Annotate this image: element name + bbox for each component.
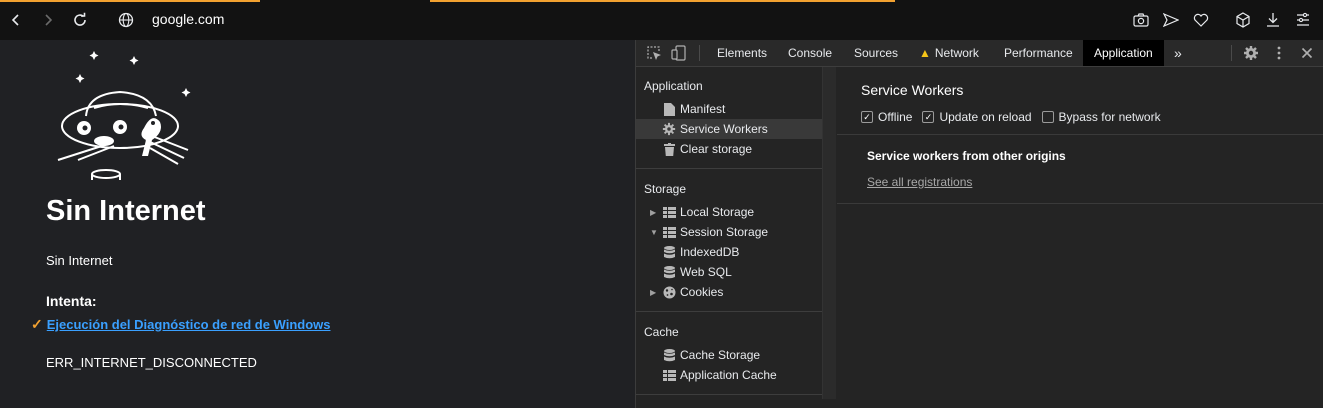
tab-network-label: Network [934, 46, 979, 60]
sidebar-item-label: Session Storage [680, 225, 769, 239]
sidebar-item-application-cache[interactable]: Application Cache [636, 365, 822, 385]
globe-icon [116, 10, 136, 30]
sidebar-item-manifest[interactable]: Manifest [636, 99, 822, 119]
sidebar-item-indexeddb[interactable]: IndexedDB [636, 242, 822, 262]
network-diagnostics-link[interactable]: Ejecución del Diagnóstico de red de Wind… [47, 317, 331, 332]
sidebar-item-label: Web SQL [680, 265, 732, 279]
tab-application[interactable]: Application [1083, 40, 1164, 66]
sidebar-item-local-storage[interactable]: ▶ Local Storage [636, 202, 822, 222]
more-tabs-button[interactable]: » [1163, 40, 1193, 66]
panel-title: Service Workers [861, 82, 964, 98]
reload-icon[interactable] [70, 10, 90, 30]
section-storage: Storage [644, 182, 687, 196]
tab-sources[interactable]: Sources [843, 40, 909, 66]
service-workers-panel: Service Workers ✓ Offline ✓ Update on re… [837, 67, 1323, 408]
tab-console[interactable]: Console [777, 40, 843, 66]
suggestion-item: ✓ Ejecución del Diagnóstico de red de Wi… [31, 316, 331, 333]
offline-illustration-icon [48, 48, 198, 193]
gear-icon [662, 122, 676, 136]
document-icon [662, 102, 676, 116]
sidebar-item-label: Local Storage [680, 205, 755, 219]
trash-icon [662, 142, 676, 156]
section-divider [636, 311, 822, 312]
page-subtitle: Sin Internet [46, 253, 113, 268]
sidebar-item-label: Cookies [680, 285, 724, 299]
toolbar-divider [1231, 45, 1232, 61]
sidebar-item-cache-storage[interactable]: Cache Storage [636, 345, 822, 365]
bypass-for-network-checkbox[interactable]: Bypass for network [1041, 110, 1161, 124]
sidebar-item-session-storage[interactable]: ▼ Session Storage [636, 222, 822, 242]
devtools-panel: Elements Console Sources ▲ Network Perfor… [635, 40, 1323, 408]
error-code: ERR_INTERNET_DISCONNECTED [46, 355, 257, 370]
application-sidebar: Application Manifest Service Workers Cle… [636, 67, 822, 408]
sidebar-item-label: Service Workers [680, 122, 768, 136]
send-icon[interactable] [1163, 10, 1179, 30]
download-icon[interactable] [1265, 10, 1281, 30]
section-divider [636, 168, 822, 169]
checkbox-label: Offline [878, 110, 913, 124]
warning-icon: ▲ [919, 46, 931, 60]
settings-gear-icon[interactable] [1243, 45, 1259, 61]
loading-indicator [0, 0, 1323, 2]
device-toolbar-icon[interactable] [671, 45, 687, 61]
browser-toolbar: google.com [0, 0, 1323, 40]
database-icon [662, 348, 676, 362]
panel-divider [837, 134, 1323, 135]
expand-arrow-icon[interactable]: ▶ [650, 288, 656, 297]
sidebar-item-cookies[interactable]: ▶ Cookies [636, 282, 822, 302]
database-icon [662, 265, 676, 279]
sidebar-item-label: Manifest [680, 102, 726, 116]
grid-icon [662, 225, 676, 239]
sidebar-scrollbar[interactable] [822, 67, 836, 399]
grid-icon [662, 205, 676, 219]
close-icon[interactable] [1299, 45, 1315, 61]
sidebar-item-service-workers[interactable]: Service Workers [636, 119, 822, 139]
page-title: Sin Internet [46, 195, 206, 227]
back-icon[interactable] [6, 10, 26, 30]
forward-icon[interactable] [38, 10, 58, 30]
browser-actions [1133, 10, 1311, 30]
panel-divider [837, 203, 1323, 204]
checkbox-label: Bypass for network [1058, 110, 1161, 124]
check-icon: ✓ [31, 316, 43, 332]
devtools-toolbar: Elements Console Sources ▲ Network Perfor… [636, 40, 1323, 67]
section-application: Application [644, 79, 703, 93]
database-icon [662, 245, 676, 259]
more-options-icon[interactable] [1271, 45, 1287, 61]
inspect-element-icon[interactable] [646, 45, 662, 61]
offline-page: Sin Internet Sin Internet Intenta: ✓ Eje… [0, 40, 635, 408]
checkbox-unchecked-icon[interactable] [1041, 111, 1054, 123]
checkbox-checked-icon[interactable]: ✓ [861, 111, 873, 123]
collapse-arrow-icon[interactable]: ▼ [650, 228, 658, 237]
address-bar[interactable]: google.com [152, 11, 224, 27]
camera-icon[interactable] [1133, 10, 1149, 30]
checkbox-label: Update on reload [939, 110, 1032, 124]
sidebar-item-label: IndexedDB [680, 245, 740, 259]
sidebar-item-label: Clear storage [680, 142, 753, 156]
offline-checkbox[interactable]: ✓ Offline [861, 110, 912, 124]
menu-icon[interactable] [1295, 10, 1311, 30]
tab-performance[interactable]: Performance [993, 40, 1084, 66]
other-origins-heading: Service workers from other origins [867, 149, 1066, 163]
sidebar-item-label: Cache Storage [680, 348, 761, 362]
checkbox-checked-icon[interactable]: ✓ [922, 111, 935, 123]
section-divider [636, 394, 822, 395]
tab-network[interactable]: ▲ Network [908, 40, 990, 66]
expand-arrow-icon[interactable]: ▶ [650, 208, 656, 217]
tab-elements[interactable]: Elements [706, 40, 778, 66]
sidebar-item-clear-storage[interactable]: Clear storage [636, 139, 822, 159]
update-on-reload-checkbox[interactable]: ✓ Update on reload [922, 110, 1032, 124]
toolbar-divider [699, 45, 700, 61]
cookie-icon [662, 285, 676, 299]
see-all-registrations-link[interactable]: See all registrations [867, 175, 972, 189]
try-heading: Intenta: [46, 293, 97, 309]
sidebar-item-web-sql[interactable]: Web SQL [636, 262, 822, 282]
cube-icon[interactable] [1235, 10, 1251, 30]
section-cache: Cache [644, 325, 679, 339]
service-worker-options: ✓ Offline ✓ Update on reload Bypass for … [861, 110, 1161, 124]
grid-icon [662, 368, 676, 382]
sidebar-item-label: Application Cache [680, 368, 777, 382]
heart-icon[interactable] [1193, 10, 1209, 30]
